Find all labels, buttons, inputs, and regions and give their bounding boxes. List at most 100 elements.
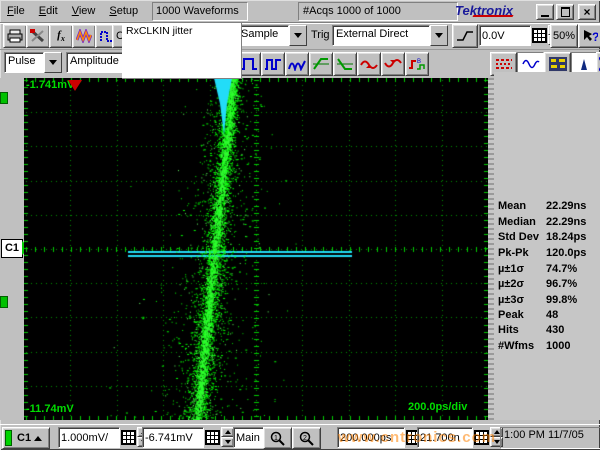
- cycle-stats-button[interactable]: B: [405, 52, 429, 76]
- waveform-display[interactable]: -1.741mV -11.74mV 200.0ps/div: [24, 78, 488, 420]
- period-button[interactable]: [261, 52, 285, 76]
- trigger-source-value: External Direct: [332, 25, 430, 46]
- measure-category-combo[interactable]: Pulse: [4, 52, 62, 73]
- stat-row-mean: Mean22.29ns: [498, 200, 598, 212]
- acquisition-mode-value: Sample: [237, 25, 289, 46]
- bottom-control-bar: C1 1.000mV/ -6.741mV Main 1 2 200.000ps: [0, 424, 600, 450]
- zoom-out-button[interactable]: 2: [292, 427, 321, 449]
- stat-label: Peak: [498, 309, 546, 321]
- negative-jitter-button[interactable]: [381, 52, 405, 76]
- waveform-icon: [76, 29, 92, 43]
- print-button[interactable]: [3, 24, 27, 48]
- fall-time-button[interactable]: [333, 52, 357, 76]
- vertical-bottom-label: -11.74mV: [26, 403, 74, 415]
- horizontal-scale-field[interactable]: 200.000ps: [337, 427, 405, 448]
- stat-label: Pk-Pk: [498, 247, 546, 259]
- measure-category-dropdown[interactable]: [44, 52, 62, 73]
- menu-view[interactable]: View: [65, 3, 103, 19]
- vertical-offset-value: -6.741mV: [145, 432, 193, 444]
- stat-value: 1000: [546, 340, 570, 352]
- keypad-icon[interactable]: [205, 430, 220, 445]
- math-button[interactable]: fx: [49, 24, 73, 48]
- printer-icon: [7, 29, 23, 43]
- pulse-width-icon: [240, 57, 258, 71]
- stat-label: Median: [498, 216, 546, 228]
- trigger-level-value: 0.0V: [482, 30, 505, 42]
- stat-row-mu3sigma: µ±3σ99.8%: [498, 294, 598, 306]
- slope-icon: [456, 30, 474, 42]
- app-window: File Edit View Setup Utilities Help 1000…: [0, 0, 600, 450]
- acquisition-mode-combo[interactable]: Sample: [237, 25, 307, 46]
- pos-jitter-icon: [360, 57, 378, 71]
- channel-marker[interactable]: C1: [1, 239, 23, 258]
- vertical-scale-value: 1.000mV/: [61, 432, 108, 444]
- chevron-down-icon: [294, 33, 302, 38]
- restore-button[interactable]: [556, 4, 574, 20]
- vertical-offset-field[interactable]: -6.741mV: [142, 427, 204, 448]
- period-icon: [264, 57, 282, 71]
- chevron-down-icon: [49, 60, 57, 65]
- waveform-canvas[interactable]: [24, 78, 488, 420]
- stat-label: Std Dev: [498, 231, 546, 243]
- menu-bar: File Edit View Setup Utilities Help 1000…: [0, 0, 600, 23]
- horizontal-scale-value: 200.000ps: [340, 432, 391, 444]
- trigger-source-dropdown[interactable]: [430, 25, 448, 46]
- clock-status: 1:00 PM 11/7/05: [500, 427, 600, 449]
- channel-select-button[interactable]: C1: [2, 427, 50, 449]
- vertical-offset-group: -6.741mV: [142, 427, 234, 448]
- zoom-in-button[interactable]: 1: [263, 427, 292, 449]
- stat-label: Hits: [498, 324, 546, 336]
- waveform-database-button[interactable]: [72, 24, 96, 48]
- waveform-view-icon: [522, 57, 540, 71]
- trigger-marker-icon[interactable]: [68, 80, 82, 91]
- cycle-stats-icon: B: [408, 57, 426, 71]
- trigger-slope-button[interactable]: [452, 24, 478, 48]
- svg-text:2: 2: [303, 435, 307, 442]
- eye-diagram-icon: [495, 57, 513, 71]
- svg-text:B: B: [417, 59, 421, 65]
- horizontal-scale-label: 200.0ps/div: [408, 401, 467, 413]
- context-help-button[interactable]: ?: [578, 24, 600, 48]
- marker-tick-top: [0, 92, 8, 104]
- keypad-icon[interactable]: [121, 430, 136, 445]
- keypad-icon[interactable]: [532, 28, 547, 43]
- plot-left-strip: C1: [0, 78, 24, 420]
- stat-value: 48: [546, 309, 558, 321]
- toolbar-main: fx C Sample Trig External Direct: [0, 23, 600, 50]
- timebase-field[interactable]: Main: [233, 427, 267, 448]
- positive-jitter-button[interactable]: [357, 52, 381, 76]
- setup-tools-button[interactable]: [26, 24, 50, 48]
- trigger-level-field[interactable]: 0.0V: [479, 25, 531, 46]
- chevron-down-icon: [435, 33, 443, 38]
- horizontal-position-value: 21.700n: [420, 432, 460, 444]
- close-button[interactable]: ×: [578, 4, 596, 20]
- trigger-source-combo[interactable]: External Direct: [332, 25, 448, 46]
- stat-row-hits: Hits430: [498, 324, 598, 336]
- stat-value: 22.29ns: [546, 216, 586, 228]
- minimize-icon: [541, 15, 549, 17]
- tooltip-text: RxCLKIN jitter: [126, 25, 193, 37]
- tooltip: RxCLKIN jitter: [122, 23, 242, 79]
- svg-text:?: ?: [592, 30, 598, 43]
- frequency-button[interactable]: [285, 52, 309, 76]
- neg-jitter-icon: [384, 57, 402, 71]
- acquisition-mode-dropdown[interactable]: [289, 25, 307, 46]
- keypad-icon[interactable]: [474, 430, 489, 445]
- close-icon: ×: [583, 7, 590, 17]
- stat-value: 99.8%: [546, 294, 577, 306]
- trigger-position-button[interactable]: 50%: [550, 24, 578, 48]
- menu-file[interactable]: File: [0, 3, 32, 19]
- rise-time-button[interactable]: [309, 52, 333, 76]
- clock-status-text: 1:00 PM 11/7/05: [504, 429, 584, 441]
- stat-value: 430: [546, 324, 564, 336]
- readout-panel: Waveform C1 1.000mV/div WfmDB1 (Main C1 …: [494, 72, 600, 420]
- menu-edit[interactable]: Edit: [32, 3, 65, 19]
- minimize-button[interactable]: [536, 4, 554, 20]
- menu-setup[interactable]: Setup: [102, 3, 145, 19]
- fx-icon: fx: [57, 29, 65, 43]
- stat-label: µ±2σ: [498, 278, 546, 290]
- horizontal-position-field[interactable]: 21.700n: [417, 427, 473, 448]
- vertical-scale-field[interactable]: 1.000mV/: [58, 427, 120, 448]
- acqs-counter: #Acqs 1000 of 1000: [298, 2, 458, 21]
- stat-label: µ±3σ: [498, 294, 546, 306]
